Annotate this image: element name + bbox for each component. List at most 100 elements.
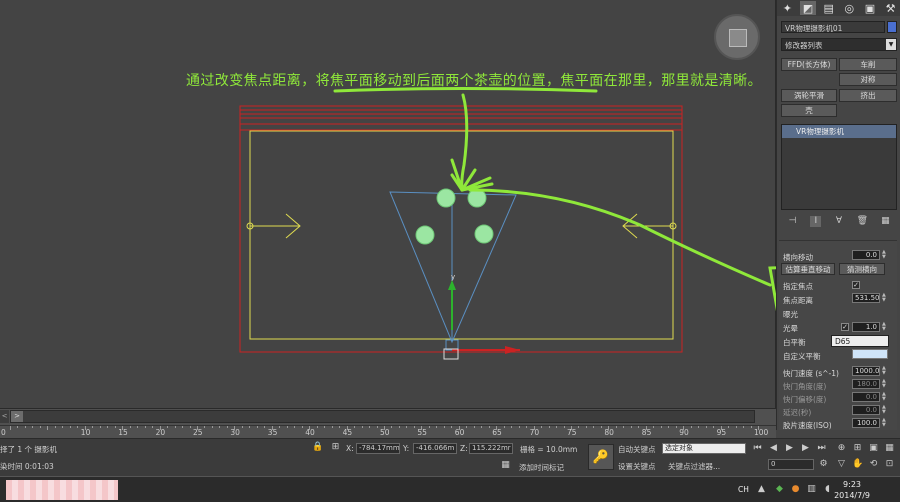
grid-status: 栅格 = 10.0mm — [520, 445, 578, 454]
input-language[interactable]: CH — [738, 485, 749, 494]
key-selection-dropdown[interactable]: 选定对象 — [662, 443, 746, 454]
pan-icon[interactable]: ✋ — [852, 459, 863, 470]
stack-toolbar: ⊣ Ⅰ ∀ 🗑 ▦ — [781, 214, 897, 229]
time-tag-icon[interactable]: ▦ — [500, 460, 511, 471]
stack-item-vr-camera[interactable]: VR物理摄影机 — [782, 125, 896, 138]
transform-gizmo: y — [443, 273, 520, 360]
focus-distance-value[interactable]: 531.50 — [852, 293, 880, 303]
configure-sets-icon[interactable]: ▦ — [880, 216, 891, 227]
network-tray-icon[interactable]: ▥ — [806, 484, 817, 495]
timeline-tick-mark — [683, 426, 685, 430]
spinner-icon[interactable]: ▲ ▼ — [882, 366, 888, 376]
next-frame-icon[interactable]: ▶ — [800, 443, 811, 454]
timeline-tick-mark — [698, 426, 700, 428]
zoom-icon[interactable]: ⊕ — [836, 443, 847, 454]
modifier-list-dropdown[interactable]: 修改器列表 ▼ — [781, 38, 897, 51]
system-clock[interactable]: 9:23 2014/7/9 — [834, 479, 870, 501]
utilities-icon[interactable]: ⚒ — [883, 1, 899, 15]
nvidia-tray-icon[interactable]: ◆ — [774, 484, 785, 495]
fov-icon[interactable]: ▽ — [836, 459, 847, 470]
x-coordinate-field[interactable]: -784.17mm — [356, 443, 400, 454]
pin-stack-icon[interactable]: ⊣ — [787, 216, 798, 227]
timeline-tick-mark — [758, 426, 759, 430]
goto-end-icon[interactable]: ⏭ — [816, 443, 827, 454]
specify-focus-checkbox[interactable]: ✓ — [852, 281, 860, 289]
spinner-icon[interactable]: ▲ ▼ — [882, 322, 888, 332]
current-frame-field[interactable]: 0 — [768, 459, 814, 470]
viewcube[interactable] — [714, 14, 760, 60]
hierarchy-icon[interactable]: ▤ — [821, 1, 837, 15]
teapot-back-left — [436, 188, 456, 208]
modifier-button-lathe[interactable]: 车削 — [839, 58, 897, 71]
display-icon[interactable]: ▣ — [862, 1, 878, 15]
object-color-swatch[interactable] — [887, 21, 897, 33]
horizontal-shift-value[interactable]: 0.0 — [852, 250, 880, 260]
timeline-tick-label: 0 — [1, 428, 6, 437]
chevron-down-icon[interactable]: ▼ — [886, 39, 896, 50]
modifier-button-symmetry[interactable]: 对称 — [839, 73, 897, 86]
app-tray-icon[interactable]: ● — [790, 484, 801, 495]
object-name-field[interactable]: VR物理摄影机01 — [781, 21, 885, 33]
spinner-icon[interactable]: ▲ ▼ — [882, 250, 888, 260]
key-icon[interactable]: 🔑 — [588, 444, 614, 470]
play-icon[interactable]: ▶ — [784, 443, 795, 454]
x-label: X: — [346, 444, 354, 453]
volume-tray-icon[interactable]: ◖ — [822, 484, 833, 495]
orbit-icon[interactable]: ⟲ — [868, 459, 879, 470]
lock-icon[interactable]: 🔒 — [312, 442, 323, 453]
modify-icon[interactable]: ◩ — [799, 1, 816, 15]
modifier-stack: VR物理摄影机 — [781, 124, 897, 210]
auto-key-label[interactable]: 自动关键点 — [618, 444, 656, 455]
shutter-speed-value[interactable]: 1000.0 — [852, 366, 880, 376]
modifier-button-extrude[interactable]: 挤出 — [839, 89, 897, 102]
timeline-left-arrow[interactable]: < — [0, 410, 9, 423]
viewcube-icon[interactable] — [729, 29, 747, 47]
prev-frame-icon[interactable]: ◀ — [768, 443, 779, 454]
spinner-icon[interactable]: ▲ ▼ — [882, 379, 888, 389]
time-config-icon[interactable]: ⚙ — [818, 459, 829, 470]
latency-value[interactable]: 0.0 — [852, 405, 880, 415]
timeline-tick-mark — [638, 426, 640, 428]
key-filters-button[interactable]: 关键点过滤器... — [668, 461, 720, 472]
modifier-button-turbosmooth[interactable]: 涡轮平滑 — [781, 89, 837, 102]
motion-icon[interactable]: ◎ — [841, 1, 857, 15]
spinner-icon[interactable]: ▲ ▼ — [882, 405, 888, 415]
make-unique-icon[interactable]: ∀ — [833, 216, 844, 227]
iso-value[interactable]: 100.0 — [852, 418, 880, 428]
zoom-all-icon[interactable]: ⊞ — [852, 443, 863, 454]
vignette-value[interactable]: 1.0 — [852, 322, 880, 332]
camera-viewport[interactable]: y 通过改变焦点距离，将焦平面移动到后面两个茶壶的位置，焦平面在那里，那里就是清… — [0, 0, 776, 408]
custom-balance-swatch[interactable] — [852, 349, 888, 359]
render-time-status: 染时间 0:01:03 — [0, 462, 54, 471]
spinner-icon[interactable]: ▲ ▼ — [882, 392, 888, 402]
zoom-extents-icon[interactable]: ▣ — [868, 443, 879, 454]
shutter-angle-value[interactable]: 180.0 — [852, 379, 880, 389]
show-end-result-icon[interactable]: Ⅰ — [810, 216, 822, 227]
timeline-tick-mark — [511, 426, 513, 428]
timeline-tick-mark — [331, 426, 333, 428]
time-slider[interactable]: > — [10, 410, 755, 423]
timeline-tick-mark — [354, 426, 356, 428]
tray-up-icon[interactable]: ▲ — [756, 484, 767, 495]
vignette-checkbox[interactable]: ✓ — [841, 323, 849, 331]
shutter-offset-value[interactable]: 0.0 — [852, 392, 880, 402]
create-icon[interactable]: ✦ — [779, 1, 795, 15]
guess-horizontal-button[interactable]: 猜测横向 — [839, 263, 885, 275]
timeline-ruler[interactable]: 0 10 15 20 25 30 35 40 45 50 55 60 65 70 75 80 85 90 95 100 — [0, 425, 776, 439]
y-coordinate-field[interactable]: -416.066m — [413, 443, 457, 454]
remove-modifier-icon[interactable]: 🗑 — [857, 216, 868, 227]
set-key-label[interactable]: 设置关键点 — [618, 461, 656, 472]
white-balance-dropdown[interactable]: D65 — [831, 335, 889, 347]
spinner-icon[interactable]: ▲ ▼ — [882, 418, 888, 428]
zoom-extents-all-icon[interactable]: ▦ — [884, 443, 895, 454]
absolute-mode-icon[interactable]: ⊞ — [330, 442, 341, 453]
goto-start-icon[interactable]: ⏮ — [752, 443, 763, 454]
maximize-viewport-icon[interactable]: ⊡ — [884, 459, 895, 470]
modifier-button-ffd[interactable]: FFD(长方体) — [781, 58, 837, 71]
guess-vertical-button[interactable]: 估算垂直移动 — [781, 263, 835, 275]
spinner-icon[interactable]: ▲ ▼ — [882, 293, 888, 303]
add-time-tag[interactable]: 添加时间标记 — [519, 462, 564, 473]
modifier-button-shell[interactable]: 壳 — [781, 104, 837, 117]
time-slider-thumb[interactable]: > — [11, 411, 23, 422]
z-coordinate-field[interactable]: 115.222mr — [469, 443, 513, 454]
